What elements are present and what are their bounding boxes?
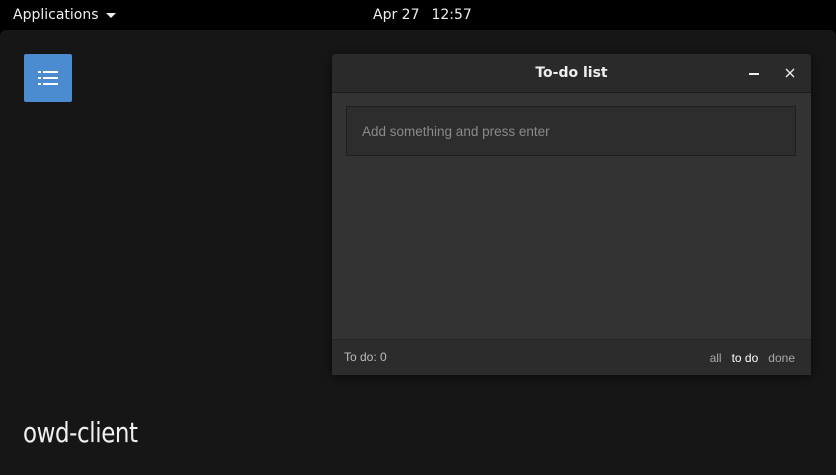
new-todo-input[interactable] (346, 106, 796, 156)
filter-todo[interactable]: to do (732, 351, 759, 365)
top-bar: Applications Apr 27 12:57 (0, 0, 836, 30)
applications-label: Applications (13, 7, 99, 23)
clock-time: 12:57 (431, 7, 472, 23)
window-footer: To do: 0 all to do done (332, 339, 811, 375)
caret-down-icon (105, 13, 116, 18)
window-titlebar[interactable]: To-do list (332, 54, 811, 93)
minimize-icon (749, 73, 759, 75)
todo-launcher-button[interactable] (24, 54, 72, 102)
filter-group: all to do done (710, 340, 795, 375)
clock-date: Apr 27 (373, 7, 420, 23)
clock[interactable]: Apr 27 12:57 (373, 0, 472, 30)
window-title: To-do list (535, 65, 608, 81)
app-name-label: owd-client (23, 416, 138, 449)
applications-menu[interactable]: Applications (13, 0, 116, 30)
close-button[interactable] (780, 63, 800, 83)
todo-window: To-do list To do: 0 all to do done (332, 54, 811, 375)
minimize-button[interactable] (744, 63, 764, 83)
close-icon (785, 68, 795, 78)
list-icon (38, 71, 58, 85)
filter-all[interactable]: all (710, 351, 722, 365)
filter-done[interactable]: done (768, 351, 795, 365)
desktop: owd-client To-do list To do: 0 all to do… (0, 30, 836, 475)
todo-count: To do: 0 (344, 350, 387, 364)
